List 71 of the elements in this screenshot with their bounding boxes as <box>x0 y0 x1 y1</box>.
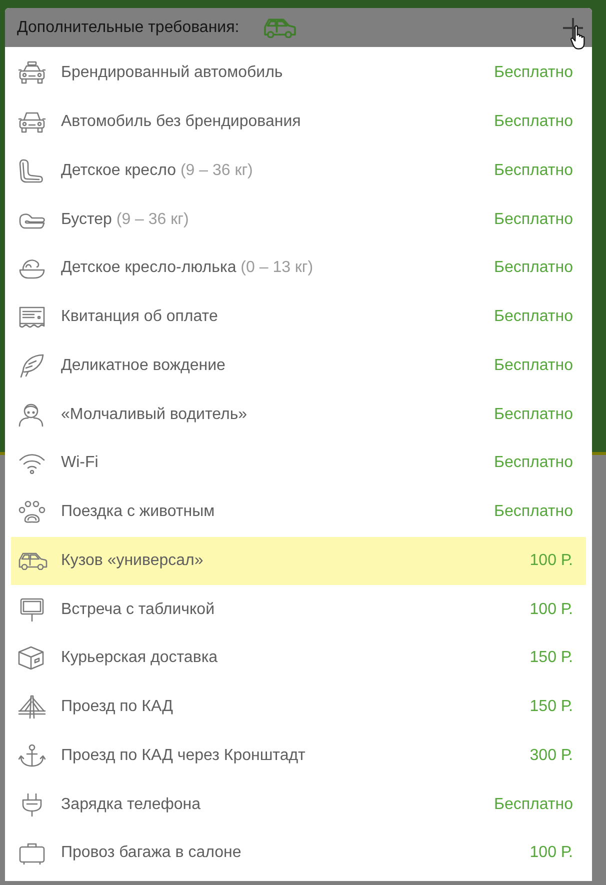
option-row[interactable]: Зарядка телефона Бесплатно <box>11 780 586 829</box>
signboard-icon <box>18 598 46 622</box>
option-row[interactable]: Провоз багажа в салоне 100 Р. <box>11 829 586 878</box>
option-row[interactable]: Проезд по КАД через Кронштадт 300 Р. <box>11 732 586 780</box>
option-row[interactable]: Поездка с животным Бесплатно <box>11 488 586 536</box>
option-label: Зарядка телефона <box>61 796 201 814</box>
option-row[interactable]: Курьерская доставка 150 Р. <box>11 634 586 683</box>
price-label: Бесплатно <box>494 356 573 375</box>
price-label: Бесплатно <box>494 113 573 132</box>
panel-title: Дополнительные требования: <box>17 18 240 36</box>
booster-seat-icon <box>18 210 46 229</box>
option-row[interactable]: Встреча с табличкой 100 Р. <box>11 585 586 634</box>
feather-icon <box>18 354 44 378</box>
option-label: Кузов «универсал» <box>61 552 204 570</box>
option-label: Бустер (9 – 36 кг) <box>61 210 189 229</box>
option-label: Деликатное вождение <box>61 356 226 375</box>
option-label: «Молчаливый водитель» <box>61 406 248 424</box>
option-row[interactable]: Бустер (9 – 36 кг) Бесплатно <box>11 195 586 244</box>
option-label: Автомобиль без брендирования <box>61 113 301 132</box>
option-label: Поездка с животным <box>61 503 215 522</box>
option-row[interactable]: Проезд по КАД 150 Р. <box>11 682 586 732</box>
option-row[interactable]: «Молчаливый водитель» Бесплатно <box>11 390 586 439</box>
price-label: Бесплатно <box>494 406 573 424</box>
option-row[interactable]: Кузов «универсал» 100 Р. <box>11 536 586 586</box>
price-label: Бесплатно <box>494 64 573 82</box>
child-seat-icon <box>18 158 44 183</box>
bridge-icon <box>18 695 46 720</box>
option-row[interactable]: Квитанция об оплате Бесплатно <box>11 292 586 342</box>
option-label: Провоз багажа в салоне <box>61 844 242 862</box>
paw-icon <box>18 500 46 524</box>
infant-carrier-icon <box>18 257 46 280</box>
anchor-icon <box>18 744 46 768</box>
price-label: 150 Р. <box>530 698 573 716</box>
price-label: 100 Р. <box>530 844 573 862</box>
option-row[interactable]: Деликатное вождение Бесплатно <box>11 342 586 390</box>
option-row[interactable]: Детское кресло (9 – 36 кг) Бесплатно <box>11 146 586 196</box>
option-label: Курьерская доставка <box>61 649 218 668</box>
price-label: Бесплатно <box>494 308 573 326</box>
option-row[interactable]: Wi-Fi Бесплатно <box>11 439 586 488</box>
price-label: 150 Р. <box>530 649 573 668</box>
car-icon <box>18 111 46 134</box>
price-label: 100 Р. <box>530 552 573 570</box>
option-label: Wi-Fi <box>61 454 98 472</box>
box-icon <box>18 646 44 670</box>
option-label: Квитанция об оплате <box>61 308 218 326</box>
price-label: Бесплатно <box>494 796 573 814</box>
price-label: 300 Р. <box>530 746 573 765</box>
station-wagon-icon <box>263 18 298 38</box>
option-label: Брендированный автомобиль <box>61 64 283 82</box>
price-label: Бесплатно <box>494 503 573 522</box>
suitcase-icon <box>18 842 46 865</box>
option-row[interactable]: Автомобиль без брендирования Бесплатно <box>11 98 586 146</box>
option-label: Проезд по КАД через Кронштадт <box>61 746 306 765</box>
wifi-icon <box>18 452 46 474</box>
hand-cursor-icon <box>570 25 587 50</box>
option-label: Детское кресло (9 – 36 кг) <box>61 162 253 180</box>
person-icon <box>18 402 44 427</box>
price-label: Бесплатно <box>494 210 573 229</box>
price-label: Бесплатно <box>494 454 573 472</box>
taxi-icon <box>18 61 46 86</box>
option-row[interactable]: Брендированный автомобиль Бесплатно <box>11 49 586 98</box>
station-wagon-icon <box>18 552 48 570</box>
option-row[interactable]: Детское кресло-люлька (0 – 13 кг) Бесплатно <box>11 244 586 293</box>
option-label: Встреча с табличкой <box>61 600 215 619</box>
option-label: Проезд по КАД <box>61 698 173 716</box>
plus-icon[interactable] <box>563 18 583 38</box>
price-label: 100 Р. <box>530 600 573 619</box>
receipt-icon <box>18 306 46 329</box>
price-label: Бесплатно <box>494 162 573 180</box>
price-label: Бесплатно <box>494 259 573 278</box>
option-label: Детское кресло-люлька (0 – 13 кг) <box>61 259 314 278</box>
